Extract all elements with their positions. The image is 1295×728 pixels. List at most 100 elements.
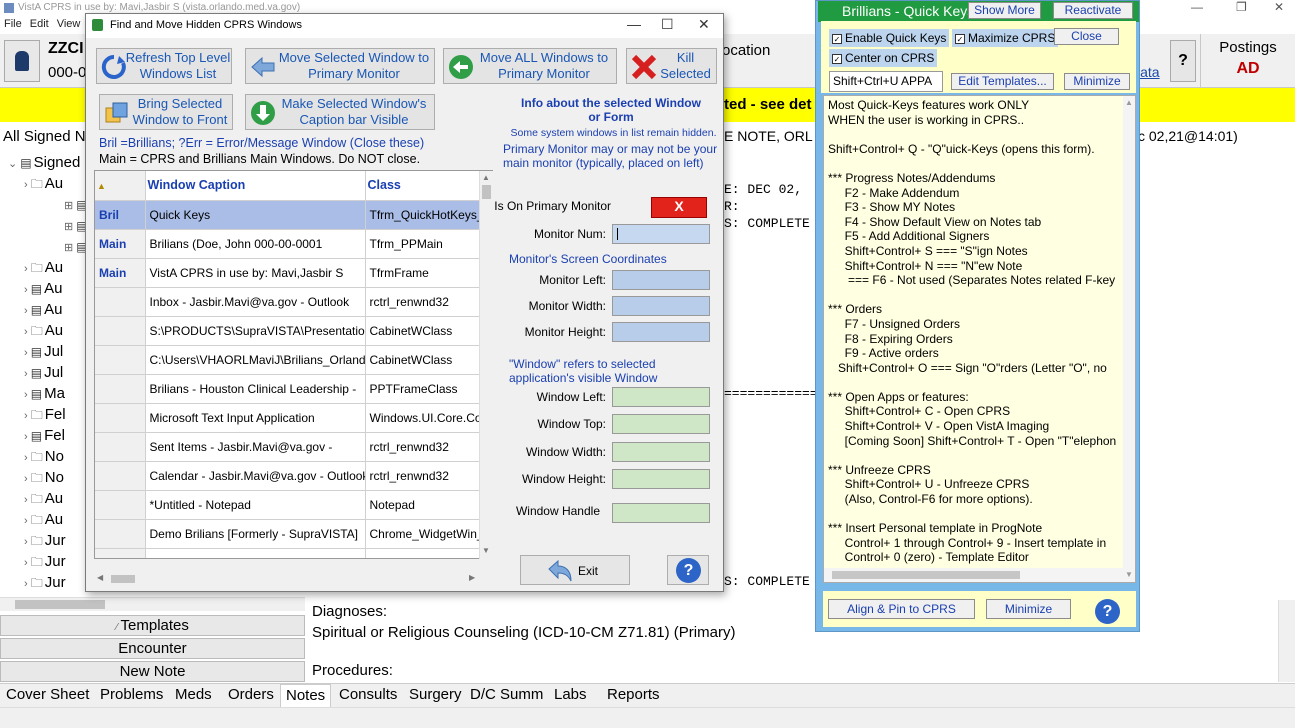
table-row[interactable]: Main Brilians (Doe, John 000-00-0001 Tfrm_… [95, 229, 480, 259]
move-all-button[interactable]: Move ALL Windows to Primary Monitor [443, 48, 617, 84]
help-scroll-down-icon[interactable]: ▼ [1125, 570, 1133, 579]
tree-item[interactable]: › 🗀 Au [24, 175, 63, 196]
expand-toggle-icon[interactable]: › [24, 473, 31, 485]
tree-item[interactable]: › 🗀 No [24, 469, 64, 490]
tree-item[interactable]: › 🗀 Jur [24, 532, 66, 553]
tree-item[interactable]: ⌄ ▤ Signed [8, 154, 80, 171]
quick-keys-help-text[interactable]: Most Quick-Keys features work ONLY WHEN … [823, 95, 1136, 583]
tree-item[interactable]: › 🗀 Au [24, 490, 63, 511]
postings-button[interactable]: Postings AD [1200, 34, 1295, 88]
refresh-list-button[interactable]: Refresh Top Level Windows List [96, 48, 232, 84]
tab-problems[interactable]: Problems [100, 686, 163, 703]
cprs-minimize-icon[interactable]: — [1191, 0, 1203, 14]
grid-vertical-scrollbar[interactable]: ▲ ▼ [479, 171, 493, 559]
help-scroll-up-icon[interactable]: ▲ [1125, 98, 1133, 107]
center-on-cprs-checkbox[interactable]: ✓ Center on CPRS [829, 49, 938, 67]
patient-name[interactable]: ZZCI [48, 40, 84, 58]
tree-item[interactable]: › 🗀 Jur [24, 574, 66, 595]
scroll-right-icon[interactable]: ▶ [469, 573, 475, 582]
table-row[interactable]: Microsoft Text Input Application Windows.… [95, 403, 480, 433]
table-row[interactable]: Brilians - Houston Clinical Leadership -… [95, 374, 480, 404]
bottom-minimize-button[interactable]: Minimize [986, 599, 1071, 619]
cprs-restore-icon[interactable]: ❐ [1236, 0, 1247, 14]
expand-toggle-icon[interactable]: ⌄ [8, 158, 20, 170]
scroll-down-icon[interactable]: ▼ [482, 546, 490, 555]
table-row[interactable]: Inbox - Jasbir.Mavi@va.gov - Outlook rctr… [95, 287, 480, 317]
hotkey-field[interactable]: Shift+Ctrl+U APPA [829, 71, 943, 92]
window-left-field[interactable] [612, 387, 710, 407]
table-row[interactable]: C:\Users\VHAORLMaviJ\Brilians_OrlandoCab… [95, 548, 480, 558]
edit-templates-button[interactable]: Edit Templates... [951, 73, 1054, 90]
expand-toggle-icon[interactable]: › [24, 410, 31, 422]
tree-item[interactable]: › ▤ Ma [24, 385, 65, 402]
table-row[interactable]: Bril Quick Keys Tfrm_QuickHotKeys_ [95, 200, 480, 230]
expand-toggle-icon[interactable]: › [24, 284, 31, 296]
expand-toggle-icon[interactable]: ⊞ [64, 200, 76, 212]
tree-item[interactable]: › 🗀 Au [24, 322, 63, 343]
grid-header-type[interactable]: ▲ [95, 171, 146, 201]
grid-horizontal-scrollbar[interactable]: ◀ ▶ [95, 572, 479, 585]
tab-consults[interactable]: Consults [339, 686, 397, 703]
tab-meds[interactable]: Meds [175, 686, 212, 703]
enable-quick-keys-checkbox[interactable]: ✓ Enable Quick Keys [829, 29, 950, 47]
expand-toggle-icon[interactable]: › [24, 452, 31, 464]
tree-item[interactable]: › 🗀 Fel [24, 406, 66, 427]
expand-toggle-icon[interactable]: › [24, 557, 31, 569]
quick-keys-close-button[interactable]: Close [1054, 28, 1119, 45]
table-row[interactable]: Sent Items - Jasbir.Mavi@va.gov - rctrl_r… [95, 432, 480, 462]
grid-header-class[interactable]: Class [365, 171, 480, 201]
expand-toggle-icon[interactable]: › [24, 494, 31, 506]
window-list-grid[interactable]: ▲ Window Caption Class Bril Quick Keys Tfr… [94, 170, 493, 559]
tree-item[interactable]: › ▤ Jul [24, 364, 63, 381]
grid-vscroll-thumb[interactable] [482, 185, 491, 199]
help-text-horizontal-scrollbar[interactable] [824, 568, 1124, 582]
table-row[interactable]: Demo Brilians [Formerly - SupraVISTA] Chr… [95, 519, 480, 549]
expand-toggle-icon[interactable]: › [24, 515, 31, 527]
quick-keys-minimize-button[interactable]: Minimize [1064, 73, 1130, 90]
menu-file[interactable]: File [4, 18, 22, 30]
expand-toggle-icon[interactable]: › [24, 347, 31, 359]
tree-item[interactable]: › 🗀 Jur [24, 553, 66, 574]
grid-hscroll-thumb[interactable] [111, 575, 135, 583]
window-height-field[interactable] [612, 469, 710, 489]
monitor-height-field[interactable] [612, 322, 710, 342]
templates-button[interactable]: ⁄ Templates [0, 615, 305, 636]
monitor-width-field[interactable] [612, 296, 710, 316]
monitor-num-field[interactable] [612, 224, 710, 244]
tree-item[interactable]: › ▤ Au [24, 301, 62, 318]
monitor-left-field[interactable] [612, 270, 710, 290]
dialog-maximize-icon[interactable]: ☐ [661, 16, 674, 33]
exit-button[interactable]: Exit [520, 555, 630, 585]
patient-icon[interactable] [4, 40, 40, 82]
tree-item[interactable]: › ▤ Fel [24, 427, 65, 444]
window-width-field[interactable] [612, 442, 710, 462]
expand-toggle-icon[interactable]: › [24, 578, 31, 590]
help-text-vertical-scrollbar[interactable]: ▲ ▼ [1123, 96, 1135, 582]
expand-toggle-icon[interactable]: › [24, 431, 31, 443]
location-label[interactable]: ocation [722, 42, 770, 59]
tree-item[interactable]: › 🗀 Au [24, 511, 63, 532]
help-question-icon[interactable]: ? [1170, 40, 1196, 82]
tab-notes[interactable]: Notes [280, 684, 332, 708]
tab-cover-sheet[interactable]: Cover Sheet [6, 686, 89, 703]
caption-visible-button[interactable]: Make Selected Window's Caption bar Visib… [245, 94, 435, 130]
new-note-button[interactable]: New Note [0, 661, 305, 682]
reactivate-button[interactable]: Reactivate [1053, 2, 1133, 19]
scroll-up-icon[interactable]: ▲ [482, 173, 490, 182]
menu-view[interactable]: View [57, 18, 81, 30]
expand-toggle-icon[interactable]: ⊞ [64, 242, 76, 254]
expand-toggle-icon[interactable]: › [24, 179, 31, 191]
window-top-field[interactable] [612, 414, 710, 434]
tab-orders[interactable]: Orders [228, 686, 274, 703]
scroll-left-icon[interactable]: ◀ [97, 573, 103, 582]
cprs-close-icon[interactable]: ✕ [1274, 0, 1284, 14]
encounter-scrollbar[interactable] [1278, 600, 1295, 682]
show-more-button[interactable]: Show More [968, 2, 1041, 19]
tree-item[interactable]: › 🗀 Au [24, 259, 63, 280]
tab-dc-summ[interactable]: D/C Summ [470, 686, 543, 703]
table-row[interactable]: S:\PRODUCTS\SupraVISTA\Presentation Cabin… [95, 316, 480, 346]
menu-edit[interactable]: Edit [30, 18, 49, 30]
grid-header-caption[interactable]: Window Caption [145, 171, 366, 201]
table-row[interactable]: Main VistA CPRS in use by: Mavi,Jasbir ST… [95, 258, 480, 288]
tree-horizontal-scrollbar[interactable] [0, 597, 305, 611]
